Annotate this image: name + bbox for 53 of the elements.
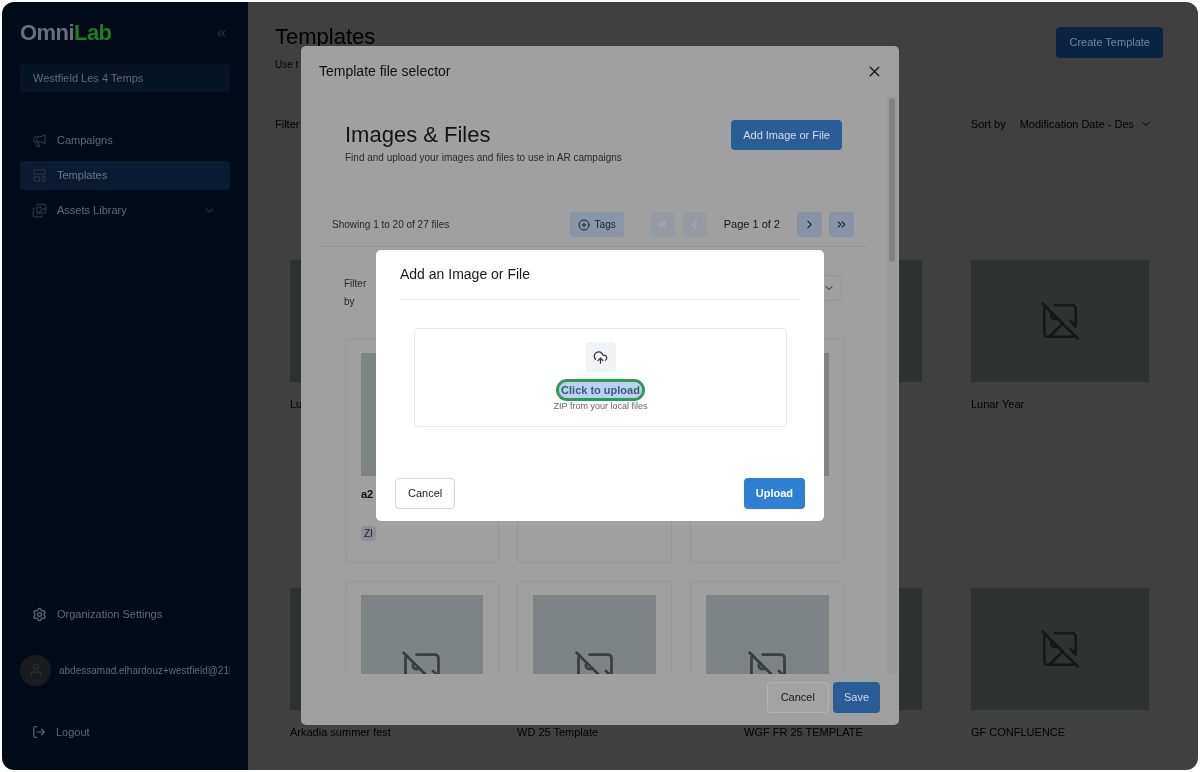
sort-label: Sort by (970, 117, 1006, 132)
images-icon (32, 203, 47, 218)
template-thumbnail[interactable] (971, 259, 1149, 382)
megaphone-icon (32, 133, 47, 148)
user-email: abdessamad.elhardouz+westfield@21l (59, 663, 230, 678)
image-off-icon (1039, 627, 1081, 670)
tags-button[interactable]: Tags (569, 212, 624, 237)
layout-icon (32, 168, 47, 183)
page-indicator: Page 1 of 2 (723, 217, 780, 233)
section-subtitle: Find and upload your images and files to use in AR campaigns (345, 151, 622, 165)
template-title: GF CONFLUENCE (971, 724, 1066, 740)
create-template-button[interactable]: Create Template (1056, 27, 1163, 58)
dialog-title: Add an Image or File (400, 265, 530, 284)
avatar[interactable] (20, 654, 51, 686)
section-heading: Images & Files (345, 121, 491, 149)
save-button[interactable]: Save (832, 682, 880, 713)
settings-icon (32, 606, 47, 622)
file-tag: ZI (361, 525, 376, 541)
logo: OmniLab (20, 22, 112, 44)
logout-link[interactable]: Logout (20, 723, 230, 740)
plus-circle-icon (577, 218, 590, 231)
upload-hint: ZIP from your local files (553, 400, 648, 413)
page-subtitle: Use t (275, 58, 299, 72)
file-name: a2 (361, 487, 374, 502)
nav-item[interactable]: Campaigns (20, 126, 230, 155)
template-title: Lunar Year (971, 396, 1025, 412)
add-file-button[interactable]: Add Image or File (731, 120, 842, 150)
template-title: Arkadia summer fest (290, 724, 391, 740)
filter-label: Filter by (344, 277, 368, 309)
filter-label: Filter (275, 117, 300, 132)
nav-item[interactable]: Templates (20, 161, 230, 190)
upload-link[interactable]: Click to upload (559, 382, 642, 398)
pager-button[interactable] (797, 212, 822, 237)
settings-link[interactable]: Organization Settings (20, 606, 230, 623)
last-page-icon (835, 218, 848, 231)
image-off-icon (1039, 299, 1081, 342)
template-title: WGF FR 25 TEMPLATE (744, 724, 863, 740)
drop-zone[interactable]: Click to upload ZIP from your local files (414, 328, 787, 427)
nav-item[interactable]: Assets Library (20, 196, 230, 225)
cancel-button[interactable]: Cancel (766, 682, 829, 713)
cancel-button[interactable]: Cancel (395, 478, 456, 509)
template-thumbnail[interactable] (971, 587, 1149, 710)
scrollbar[interactable] (887, 96, 897, 674)
pager-button[interactable] (829, 212, 854, 237)
logout-icon (32, 724, 46, 739)
cloud-upload-icon (593, 349, 608, 365)
template-title: WD 25 Template (517, 724, 599, 740)
account-selector[interactable]: Westfield Les 4 Temps (20, 64, 230, 92)
page-title: Templates (275, 26, 376, 48)
file-count: Showing 1 to 20 of 27 files (332, 218, 450, 232)
modal-title: Template file selector (319, 61, 451, 81)
upload-button[interactable]: Upload (743, 478, 805, 509)
template-title: Lu (290, 396, 303, 412)
